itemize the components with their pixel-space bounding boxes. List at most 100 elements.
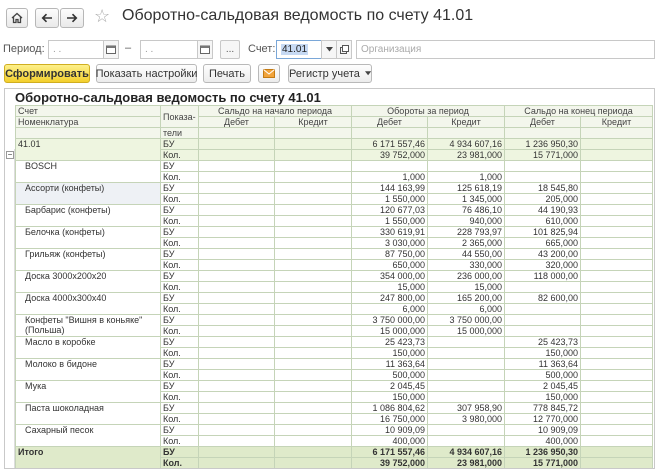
period-label: Период: bbox=[3, 43, 45, 55]
indicator-cell: Кол. bbox=[160, 303, 199, 315]
print-button[interactable]: Печать bbox=[203, 64, 251, 83]
period-from-field[interactable]: . . bbox=[48, 40, 104, 59]
amount-cell bbox=[580, 204, 653, 216]
indicator-cell: БУ bbox=[160, 424, 199, 436]
amount-cell bbox=[504, 303, 581, 315]
account-open-button[interactable] bbox=[336, 40, 352, 59]
amount-cell bbox=[274, 325, 352, 337]
amount-cell: 1 550,000 bbox=[351, 193, 428, 205]
amount-cell: 150,000 bbox=[504, 347, 581, 359]
table-row[interactable]: Грильяж (конфеты) БУ 87 750,00 44 550,00 43 … bbox=[15, 248, 653, 271]
amount-cell bbox=[198, 259, 275, 271]
table-row[interactable]: Белочка (конфеты) БУ 330 619,91 228 793,97 1… bbox=[15, 226, 653, 249]
amount-cell bbox=[580, 424, 653, 436]
amount-cell: 15,000 bbox=[427, 281, 505, 293]
register-dropdown-button[interactable]: Регистр учета bbox=[288, 64, 372, 83]
period-from-value: . . bbox=[53, 44, 62, 55]
indicator-cell: БУ bbox=[160, 182, 199, 194]
table-row[interactable]: Паста шоколадная БУ 1 086 804,62 307 958,90… bbox=[15, 402, 653, 425]
window-title: Оборотно-сальдовая ведомость по счету 41… bbox=[122, 7, 474, 24]
period-to-calendar-button[interactable] bbox=[197, 40, 213, 59]
chevron-down-icon bbox=[325, 47, 333, 52]
period-from-calendar-button[interactable] bbox=[103, 40, 119, 59]
amount-cell bbox=[580, 380, 653, 392]
open-icon bbox=[339, 45, 349, 54]
amount-cell bbox=[580, 171, 653, 183]
amount-cell bbox=[580, 259, 653, 271]
period-select-button[interactable]: ... bbox=[220, 40, 240, 59]
amount-cell bbox=[580, 248, 653, 260]
amount-cell bbox=[427, 424, 505, 436]
amount-cell bbox=[198, 402, 275, 414]
grouping-bar bbox=[5, 149, 15, 468]
table-row[interactable]: Молоко в бидоне БУ 11 363,64 11 363,64 bbox=[15, 358, 653, 381]
table-row[interactable]: Сахарный песок БУ 10 909,09 10 909,09 bbox=[15, 424, 653, 447]
home-icon bbox=[11, 12, 23, 24]
item-name: Паста шоколадная bbox=[15, 402, 161, 425]
amount-cell: 150,000 bbox=[504, 391, 581, 403]
table-row[interactable]: 41.01 БУ 6 171 557,46 4 934 607,16 1 236 950… bbox=[15, 138, 653, 161]
amount-cell: 320,000 bbox=[504, 259, 581, 271]
amount-cell: 3 750 000,00 bbox=[351, 314, 428, 326]
back-button[interactable] bbox=[35, 8, 59, 28]
amount-cell bbox=[274, 369, 352, 381]
amount-cell: 44 550,00 bbox=[427, 248, 505, 260]
indicator-cell: Кол. bbox=[160, 435, 199, 447]
amount-cell bbox=[274, 248, 352, 260]
table-row[interactable]: Номенклатура Дебет Кредит Дебет Кредит Дебет К… bbox=[15, 116, 653, 128]
forward-button[interactable] bbox=[60, 8, 84, 28]
amount-cell bbox=[504, 171, 581, 183]
amount-cell: 236 000,00 bbox=[427, 270, 505, 282]
show-settings-button[interactable]: Показать настройки bbox=[96, 64, 197, 83]
amount-cell bbox=[580, 226, 653, 238]
amount-cell: 330,000 bbox=[427, 259, 505, 271]
table-row[interactable]: Ассорти (конфеты) БУ 144 163,99 125 618,19 1… bbox=[15, 182, 653, 205]
amount-cell: 10 909,09 bbox=[504, 424, 581, 436]
table-row[interactable]: Масло в коробке БУ 25 423,73 25 423,73 bbox=[15, 336, 653, 359]
table-row[interactable]: Итого БУ 6 171 557,46 4 934 607,16 1 236 950… bbox=[15, 446, 653, 468]
indicator-cell: Кол. bbox=[160, 325, 199, 337]
amount-cell bbox=[580, 347, 653, 359]
table-row[interactable]: Конфеты "Вишня в коньяке" (Польша) БУ 3 750… bbox=[15, 314, 653, 337]
item-name: Барбарис (конфеты) bbox=[15, 204, 161, 227]
register-label: Регистр учета bbox=[289, 67, 360, 80]
table-row[interactable]: тели bbox=[15, 127, 653, 139]
amount-cell bbox=[580, 402, 653, 414]
indicator-cell: БУ bbox=[160, 292, 199, 304]
table-row[interactable]: Доска 3000х200х20 БУ 354 000,00 236 000,00 1… bbox=[15, 270, 653, 293]
amount-cell bbox=[274, 160, 352, 172]
indicator-cell: Кол. bbox=[160, 413, 199, 425]
table-row[interactable]: BOSCH БУ bbox=[15, 160, 653, 183]
amount-cell bbox=[198, 358, 275, 370]
total-cell bbox=[198, 457, 275, 468]
total-cell: 39 752,000 bbox=[351, 457, 428, 468]
amount-cell: 1 236 950,30 bbox=[504, 138, 581, 150]
amount-cell bbox=[580, 215, 653, 227]
table-row[interactable]: Доска 4000х300х40 БУ 247 800,00 165 200,00 8… bbox=[15, 292, 653, 315]
table-row[interactable]: Барбарис (конфеты) БУ 120 677,03 76 486,10 4… bbox=[15, 204, 653, 227]
period-to-field[interactable]: . . bbox=[140, 40, 198, 59]
collapse-group-icon[interactable]: − bbox=[6, 151, 14, 159]
header-spacer bbox=[504, 127, 581, 139]
account-field[interactable]: 41.01 bbox=[276, 40, 322, 59]
send-mail-button[interactable] bbox=[258, 64, 280, 83]
amount-cell bbox=[427, 391, 505, 403]
amount-cell bbox=[580, 237, 653, 249]
report-table: Счет Показа- Сальдо на начало периода Оборо… bbox=[15, 105, 653, 468]
amount-cell bbox=[427, 435, 505, 447]
amount-cell: 6,000 bbox=[351, 303, 428, 315]
organization-field[interactable]: Организация bbox=[356, 40, 655, 59]
amount-cell bbox=[198, 237, 275, 249]
account-dropdown-button[interactable] bbox=[321, 40, 337, 59]
amount-cell bbox=[198, 347, 275, 359]
arrow-right-icon bbox=[67, 13, 78, 23]
star-icon[interactable]: ☆ bbox=[94, 6, 110, 26]
generate-button[interactable]: Сформировать bbox=[4, 64, 90, 83]
envelope-icon bbox=[263, 69, 275, 78]
table-row[interactable]: Счет Показа- Сальдо на начало периода Оборо… bbox=[15, 105, 653, 128]
amount-cell: 101 825,94 bbox=[504, 226, 581, 238]
total-cell bbox=[274, 446, 352, 458]
home-button[interactable] bbox=[6, 8, 28, 28]
report-area[interactable]: Оборотно-сальдовая ведомость по счету 41… bbox=[4, 88, 655, 469]
table-row[interactable]: Мука БУ 2 045,45 2 045,45 bbox=[15, 380, 653, 403]
